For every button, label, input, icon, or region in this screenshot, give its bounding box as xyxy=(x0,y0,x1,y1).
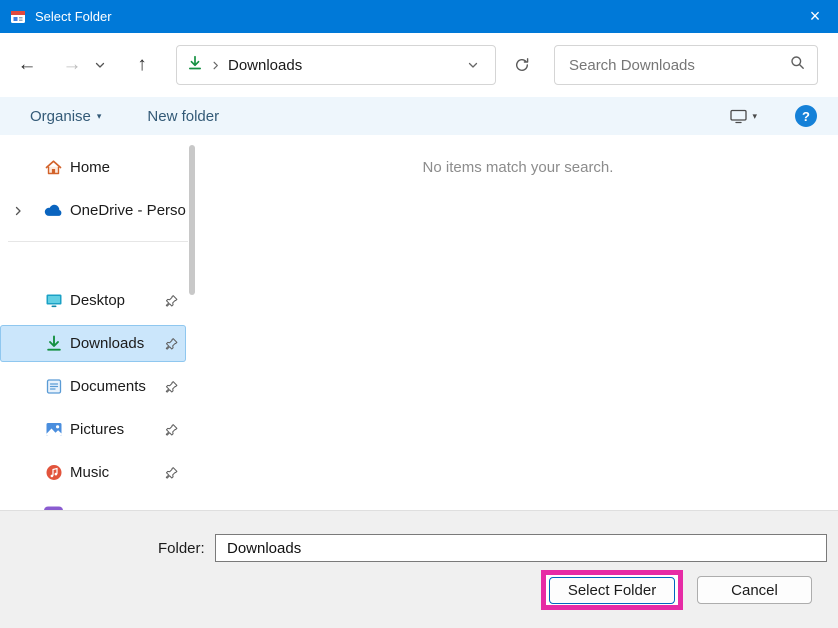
sidebar-item-downloads[interactable]: Downloads xyxy=(0,325,186,362)
sidebar-item-music[interactable]: Music xyxy=(0,454,186,491)
annotation-highlight-box: Select Folder xyxy=(541,570,683,610)
pin-icon xyxy=(165,380,178,393)
view-caret-icon: ▾ xyxy=(752,111,757,122)
back-icon[interactable]: ← xyxy=(10,48,44,82)
folder-label: Folder: xyxy=(158,540,205,557)
downloads-icon xyxy=(44,334,63,353)
new-folder-button[interactable]: New folder xyxy=(147,108,219,125)
refresh-icon[interactable] xyxy=(506,48,538,82)
organise-caret-icon: ▾ xyxy=(97,111,102,122)
sidebar-item-documents[interactable]: Documents xyxy=(0,368,186,405)
empty-results-message: No items match your search. xyxy=(198,159,838,176)
sidebar-separator xyxy=(8,241,188,242)
sidebar-item-desktop[interactable]: Desktop xyxy=(0,282,186,319)
select-folder-button[interactable]: Select Folder xyxy=(549,577,675,604)
select-folder-dialog: Select Folder × ← → ↑ Downloads xyxy=(0,0,838,628)
app-icon xyxy=(10,9,26,25)
pictures-icon xyxy=(44,420,63,439)
sidebar-scrollbar[interactable] xyxy=(189,145,195,295)
pin-icon xyxy=(165,294,178,307)
sidebar-item-label: Home xyxy=(70,159,186,176)
search-box xyxy=(554,45,818,85)
downloads-folder-icon xyxy=(187,55,203,76)
navigation-bar: ← → ↑ Downloads xyxy=(0,33,838,97)
desktop-icon xyxy=(44,291,63,310)
organise-label: Organise xyxy=(30,108,91,125)
home-icon xyxy=(44,158,63,177)
search-icon[interactable] xyxy=(790,55,805,75)
search-input[interactable] xyxy=(567,56,790,75)
sidebar-item-onedrive[interactable]: OneDrive - Perso xyxy=(0,192,186,229)
help-button[interactable]: ? xyxy=(795,105,817,127)
sidebar-item-label: OneDrive - Perso xyxy=(70,202,186,219)
organise-button[interactable]: Organise ▾ xyxy=(30,108,101,125)
address-bar[interactable]: Downloads xyxy=(176,45,496,85)
change-view-button[interactable]: ▾ xyxy=(730,109,757,124)
pin-icon xyxy=(165,423,178,436)
forward-icon: → xyxy=(55,48,89,82)
breadcrumb-chevron-icon[interactable] xyxy=(210,60,221,71)
toolbar-right-group: ▾ ? xyxy=(730,105,817,127)
breadcrumb[interactable]: Downloads xyxy=(228,57,302,74)
window-title: Select Folder xyxy=(35,9,112,24)
close-icon[interactable]: × xyxy=(792,0,838,33)
expand-chevron-icon[interactable] xyxy=(12,205,24,217)
up-icon[interactable]: ↑ xyxy=(125,48,159,82)
address-dropdown-chevron-icon[interactable] xyxy=(467,59,485,71)
title-bar: Select Folder × xyxy=(0,0,838,33)
music-icon xyxy=(44,463,63,482)
pin-icon xyxy=(165,337,178,350)
sidebar-item-home[interactable]: Home xyxy=(0,149,186,186)
dialog-body: Home OneDrive - Perso Desktop xyxy=(0,135,838,510)
cancel-button[interactable]: Cancel xyxy=(697,576,812,604)
navigation-pane: Home OneDrive - Perso Desktop xyxy=(0,135,198,510)
documents-icon xyxy=(44,377,63,396)
onedrive-icon xyxy=(44,201,63,220)
sidebar-item-pictures[interactable]: Pictures xyxy=(0,411,186,448)
pin-icon xyxy=(165,466,178,479)
sidebar-item-videos-partial[interactable] xyxy=(0,497,186,510)
folder-name-input[interactable] xyxy=(215,534,827,562)
dialog-footer: Folder: Select Folder Cancel xyxy=(0,510,838,628)
toolbar: Organise ▾ New folder ▾ ? xyxy=(0,97,838,135)
file-list-pane: No items match your search. xyxy=(198,135,838,510)
recent-locations-chevron-icon[interactable] xyxy=(89,48,111,82)
